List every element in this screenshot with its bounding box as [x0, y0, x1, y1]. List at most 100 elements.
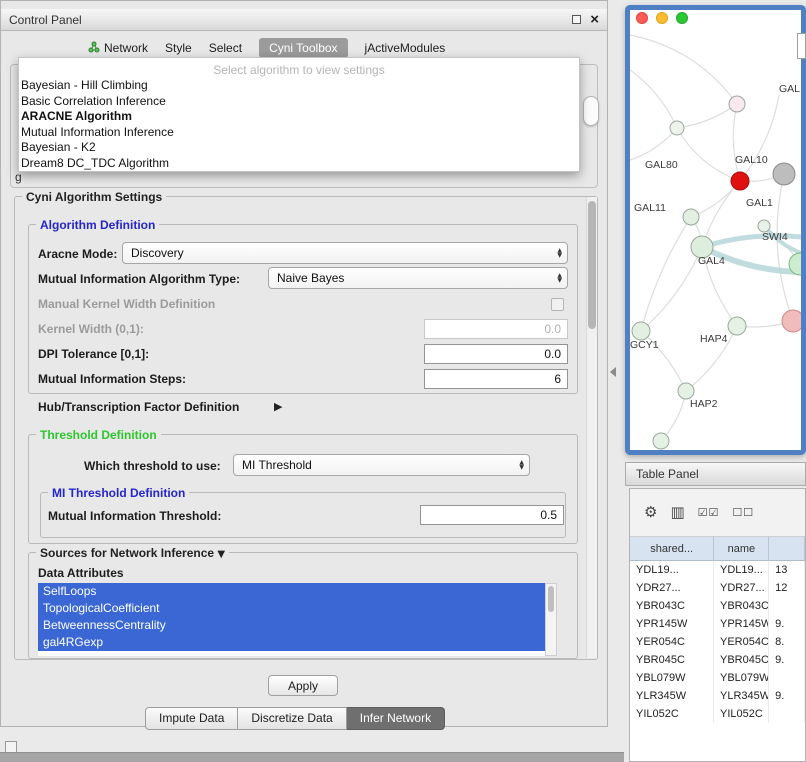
algorithm-option-aracne-algorithm[interactable]: ARACNE Algorithm — [19, 109, 579, 125]
table-cell: YBR043C — [630, 597, 714, 615]
mi-type-value: Naive Bayes — [277, 271, 344, 285]
network-canvas[interactable]: GALGAL80GAL10GAL11GAL1SWI4GAL4GCY1HAP4HA… — [630, 10, 801, 450]
algorithm-option-mutual-information-inference[interactable]: Mutual Information Inference — [19, 125, 579, 141]
table-row[interactable]: YBR043CYBR043C — [630, 597, 805, 615]
which-threshold-value: MI Threshold — [242, 458, 312, 472]
table-panel-title: Table Panel — [636, 467, 699, 481]
table-row[interactable]: YPR145WYPR145W9. — [630, 615, 805, 633]
zoom-window-icon[interactable] — [676, 12, 688, 24]
application-window: Control Panel NetworkStyleSelectCyni Too… — [0, 0, 806, 762]
table-cell — [769, 705, 805, 723]
splitter-collapse-icon[interactable] — [610, 367, 616, 377]
table-row[interactable]: YDL19...YDL19...13 — [630, 561, 805, 579]
graph-edge — [630, 35, 737, 104]
graph-node[interactable] — [731, 172, 749, 190]
float-window-icon[interactable] — [572, 15, 581, 24]
tab-network[interactable]: Network — [88, 41, 148, 56]
gear-icon[interactable] — [644, 505, 657, 520]
network-icon — [88, 41, 100, 56]
dpi-tolerance-field[interactable]: 0.0 — [424, 344, 568, 364]
tab-jactivemodules[interactable]: jActiveModules — [365, 41, 446, 55]
tab-label: jActiveModules — [365, 41, 446, 55]
mi-threshold-field[interactable]: 0.5 — [420, 505, 564, 525]
settings-scrollbar-thumb[interactable] — [588, 201, 596, 329]
node-label-gal: GAL — [779, 83, 800, 95]
attribute-item-betweennesscentrality[interactable]: BetweennessCentrality — [38, 617, 545, 634]
which-threshold-select[interactable]: MI Threshold — [233, 454, 530, 476]
mi-steps-field[interactable]: 6 — [424, 369, 568, 389]
node-label-gcy1: GCY1 — [630, 339, 659, 351]
attribute-item-gal4rgexp[interactable]: gal4RGexp — [38, 634, 545, 651]
table-row[interactable]: YBL079WYBL079W — [630, 669, 805, 687]
tab-label: Cyni Toolbox — [269, 41, 337, 55]
dpi-tolerance-label: DPI Tolerance [0,1]: — [38, 347, 149, 361]
node-label-gal1: GAL1 — [746, 197, 773, 209]
graph-node[interactable] — [782, 310, 801, 332]
bottom-status-bar — [0, 752, 624, 762]
node-label-gal80: GAL80 — [645, 159, 678, 171]
obscured-text-fragment: g — [15, 170, 22, 184]
algorithm-option-basic-correlation-inference[interactable]: Basic Correlation Inference — [19, 94, 579, 110]
graph-node[interactable] — [729, 96, 745, 112]
tab-select[interactable]: Select — [209, 41, 242, 55]
graph-node[interactable] — [773, 163, 795, 185]
graph-node[interactable] — [632, 322, 650, 340]
algorithm-option-bayesian-hill-climbing[interactable]: Bayesian - Hill Climbing — [19, 78, 579, 94]
collapse-down-icon[interactable] — [217, 549, 225, 560]
mi-steps-label: Mutual Information Steps: — [38, 372, 186, 386]
close-icon[interactable] — [590, 15, 599, 25]
table-row[interactable]: YIL052CYIL052C — [630, 705, 805, 723]
combo-arrows-icon — [557, 268, 562, 288]
algorithm-option-bayesian-k2[interactable]: Bayesian - K2 — [19, 140, 579, 156]
bottom-tab-infer-network[interactable]: Infer Network — [347, 707, 445, 730]
algorithm-option-dream8-dc-tdc-algorithm[interactable]: Dream8 DC_TDC Algorithm — [19, 156, 579, 172]
table-cell: YIL052C — [630, 705, 714, 723]
table-row[interactable]: YER054CYER054C8. — [630, 633, 805, 651]
graph-edge — [733, 104, 740, 181]
graph-node[interactable] — [670, 121, 684, 135]
attributes-scrollbar[interactable] — [545, 583, 557, 656]
algorithm-dropdown-placeholder: Select algorithm to view settings — [19, 58, 579, 78]
combo-stepper-button[interactable] — [583, 96, 599, 126]
attribute-item-selfloops[interactable]: SelfLoops — [38, 583, 545, 600]
attributes-scrollbar-thumb[interactable] — [548, 586, 554, 612]
minimize-window-icon[interactable] — [656, 12, 668, 24]
aracne-mode-select[interactable]: Discovery — [122, 242, 568, 264]
aracne-mode-label: Aracne Mode: — [38, 247, 117, 261]
graph-edge — [630, 70, 677, 128]
tab-cyni-toolbox[interactable]: Cyni Toolbox — [259, 38, 347, 58]
table-header: shared...name — [630, 537, 805, 561]
attribute-item-topologicalcoefficient[interactable]: TopologicalCoefficient — [38, 600, 545, 617]
graph-node[interactable] — [728, 317, 746, 335]
node-label-gal4: GAL4 — [698, 255, 725, 267]
bottom-tab-discretize-data[interactable]: Discretize Data — [238, 707, 346, 730]
expand-right-icon[interactable] — [274, 400, 282, 413]
tab-style[interactable]: Style — [165, 41, 192, 55]
deselect-rows-icon[interactable] — [732, 505, 754, 520]
column-header-0[interactable]: shared... — [630, 537, 714, 561]
mi-type-label: Mutual Information Algorithm Type: — [38, 272, 240, 286]
select-rows-icon[interactable] — [698, 505, 720, 520]
graph-edge — [740, 95, 779, 181]
table-row[interactable]: YBR045CYBR045C9. — [630, 651, 805, 669]
control-panel-tabs: Network Style Select Cyni Toolbox jActiveMod… — [88, 37, 445, 59]
table-row[interactable]: YLR345WYLR345W9. — [630, 687, 805, 705]
manual-kernel-checkbox[interactable] — [551, 298, 564, 311]
algorithm-definition-title: Algorithm Definition — [36, 218, 159, 232]
table-cell: YDL19... — [630, 561, 714, 579]
table-row[interactable]: YDR27...YDR27...12 — [630, 579, 805, 597]
close-window-icon[interactable] — [636, 12, 648, 24]
column-header-2[interactable] — [769, 537, 805, 561]
column-header-1[interactable]: name — [714, 537, 769, 561]
graph-edge — [677, 104, 737, 128]
bottom-tab-impute-data[interactable]: Impute Data — [145, 707, 238, 730]
graph-node[interactable] — [678, 383, 694, 399]
graph-node[interactable] — [683, 209, 699, 225]
columns-icon[interactable] — [670, 505, 684, 520]
sources-group-title: Sources for Network Inference — [36, 546, 229, 560]
mi-threshold-label: Mutual Information Threshold: — [48, 509, 221, 523]
apply-button[interactable]: Apply — [268, 675, 338, 696]
graph-node[interactable] — [653, 433, 669, 449]
sources-title-text: Sources for Network Inference — [40, 546, 214, 560]
mi-type-select[interactable]: Naive Bayes — [268, 267, 568, 289]
